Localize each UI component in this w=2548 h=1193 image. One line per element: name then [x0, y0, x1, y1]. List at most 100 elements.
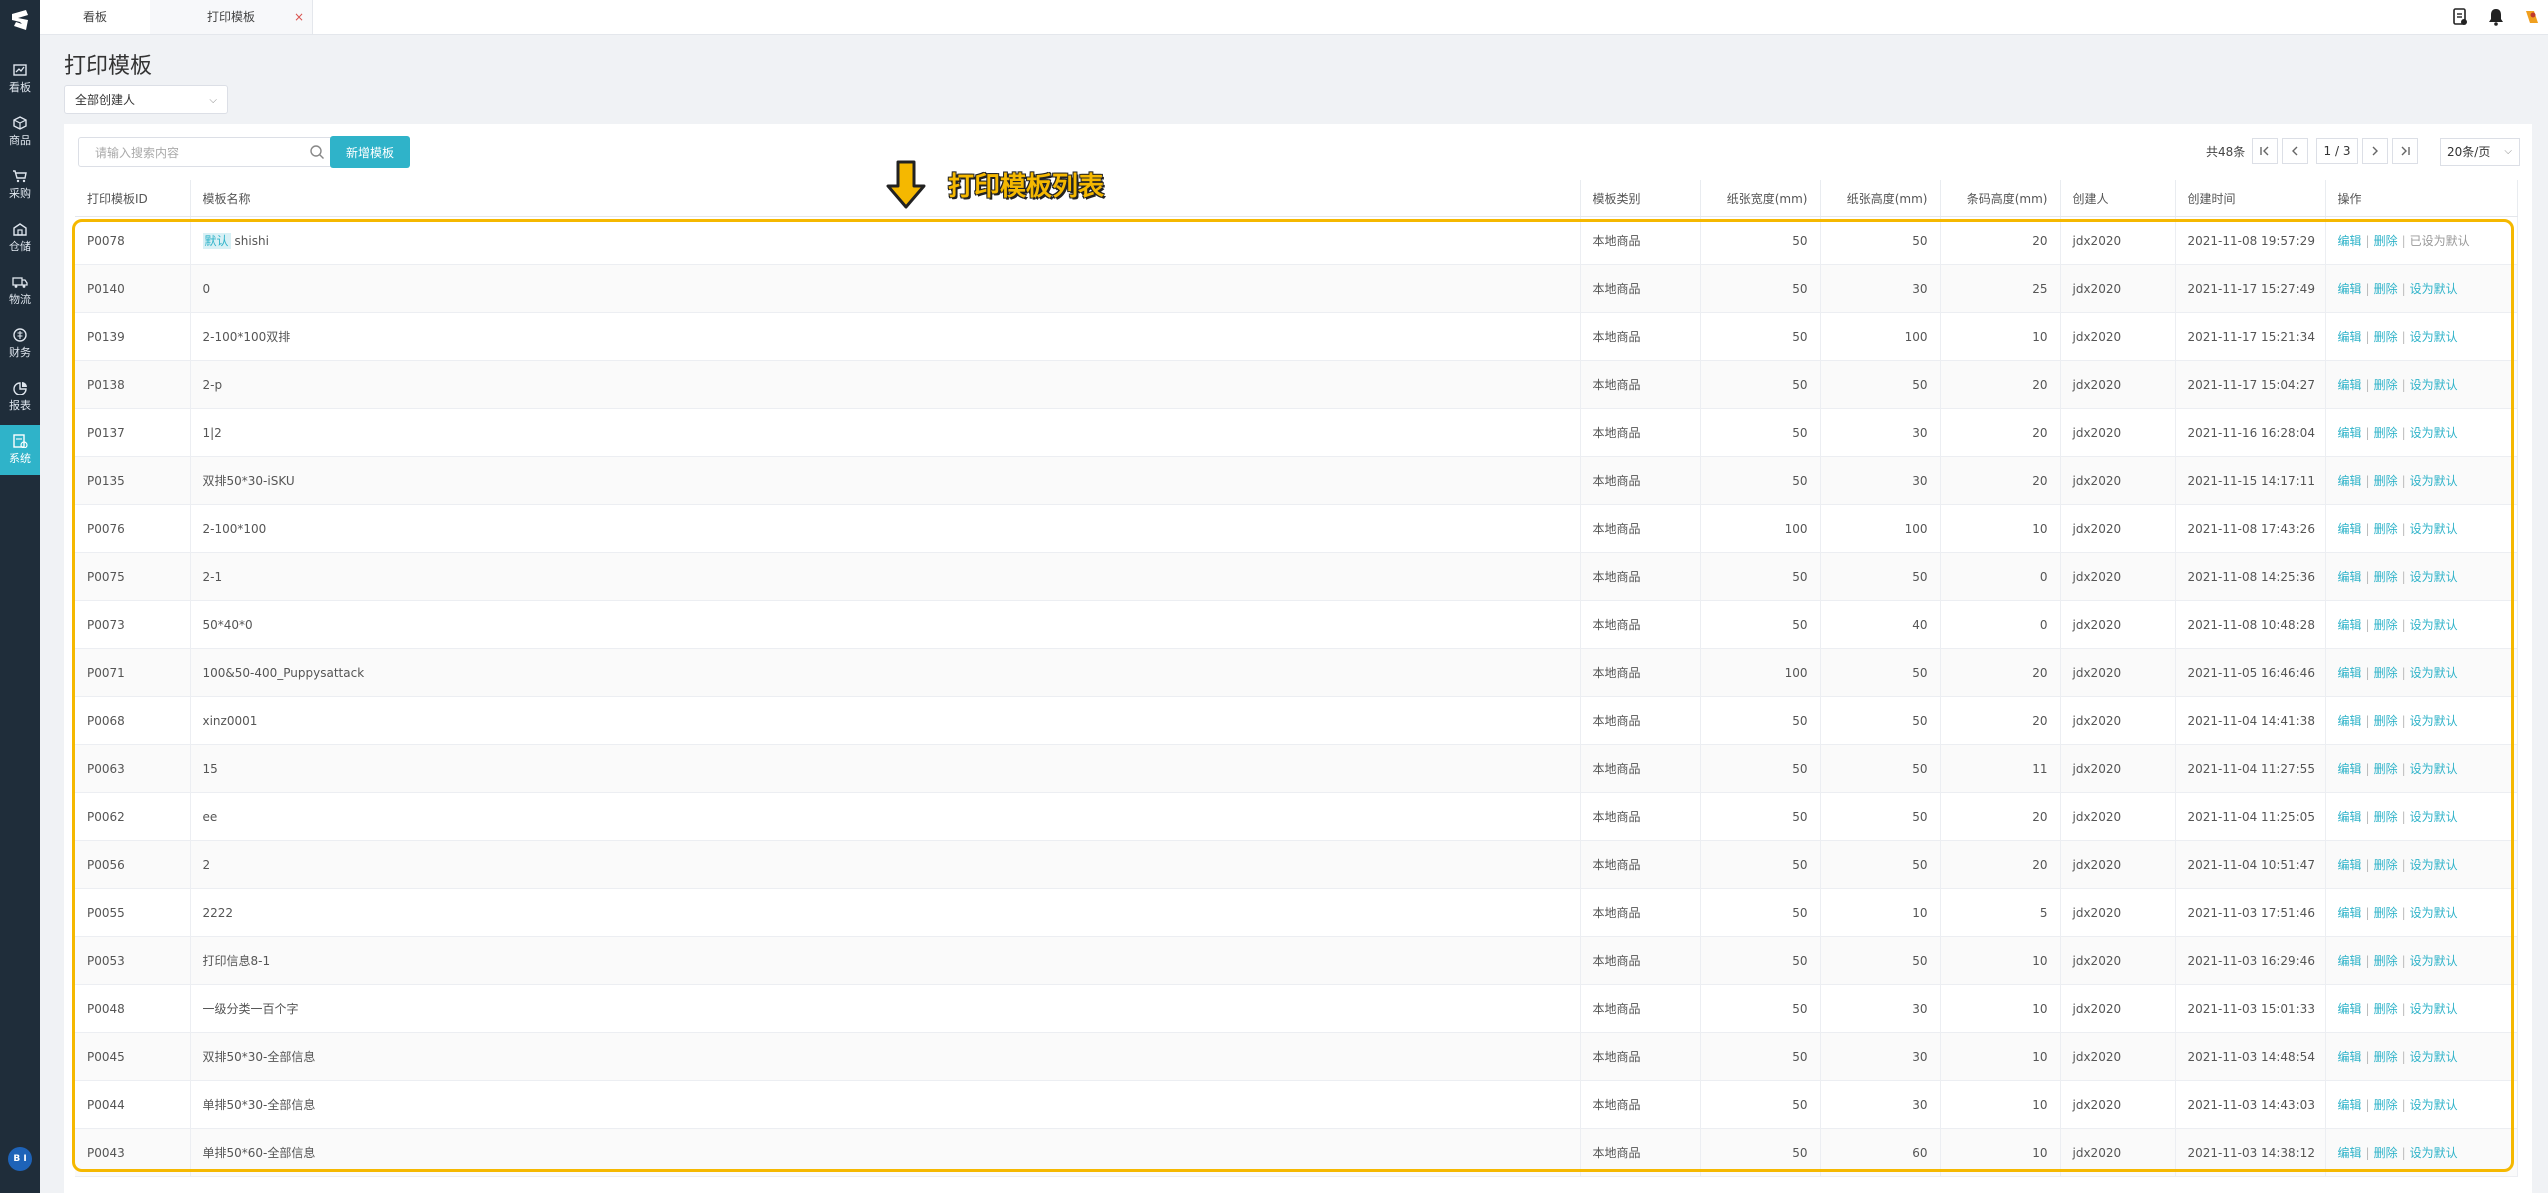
sidebar-item-cart[interactable]: 采购 — [0, 160, 40, 210]
set-default-link[interactable]: 设为默认 — [2410, 570, 2458, 584]
table-row[interactable]: P0075 2-1 本地商品 50 50 0 jdx2020 2021-11-08 14:25… — [75, 552, 2518, 601]
delete-link[interactable]: 删除 — [2374, 522, 2398, 536]
edit-link[interactable]: 编辑 — [2338, 1050, 2362, 1064]
table-row[interactable]: P0068 xinz0001 本地商品 50 50 20 jdx2020 2021-11-04… — [75, 696, 2518, 745]
edit-link[interactable]: 编辑 — [2338, 954, 2362, 968]
document-icon[interactable] — [2450, 7, 2470, 27]
edit-link[interactable]: 编辑 — [2338, 1146, 2362, 1160]
page-number-input[interactable]: 1 / 3 — [2316, 138, 2358, 164]
set-default-link[interactable]: 设为默认 — [2410, 618, 2458, 632]
tab-print-template[interactable]: 打印模板 × — [150, 0, 313, 34]
search-input[interactable] — [93, 138, 307, 168]
set-default-link[interactable]: 设为默认 — [2410, 1098, 2458, 1112]
edit-link[interactable]: 编辑 — [2338, 474, 2362, 488]
delete-link[interactable]: 删除 — [2374, 666, 2398, 680]
delete-link[interactable]: 删除 — [2374, 570, 2398, 584]
set-default-link[interactable]: 设为默认 — [2410, 906, 2458, 920]
app-logo-icon[interactable] — [6, 6, 34, 34]
delete-link[interactable]: 删除 — [2374, 906, 2398, 920]
table-row[interactable]: P0073 50*40*0 本地商品 50 40 0 jdx2020 2021-11-08 1… — [75, 600, 2518, 649]
edit-link[interactable]: 编辑 — [2338, 426, 2362, 440]
sidebar-item-cube[interactable]: 商品 — [0, 107, 40, 157]
set-default-link[interactable]: 设为默认 — [2410, 330, 2458, 344]
delete-link[interactable]: 删除 — [2374, 474, 2398, 488]
sidebar-item-finance[interactable]: 财务 — [0, 319, 40, 369]
edit-link[interactable]: 编辑 — [2338, 330, 2362, 344]
table-row[interactable]: P0044 单排50*30-全部信息 本地商品 50 30 10 jdx2020 2021-1… — [75, 1080, 2518, 1129]
table-row[interactable]: P0078 默认 shishi 本地商品 50 50 20 jdx2020 2021-11-08… — [75, 216, 2518, 265]
edit-link[interactable]: 编辑 — [2338, 378, 2362, 392]
edit-link[interactable]: 编辑 — [2338, 1098, 2362, 1112]
delete-link[interactable]: 删除 — [2374, 1146, 2398, 1160]
edit-link[interactable]: 编辑 — [2338, 810, 2362, 824]
page-size-select[interactable]: 20条/页 ⌵ — [2440, 138, 2520, 166]
last-page-button[interactable] — [2392, 138, 2418, 164]
table-row[interactable]: P0063 15 本地商品 50 50 11 jdx2020 2021-11-04 11:27… — [75, 744, 2518, 793]
edit-link[interactable]: 编辑 — [2338, 522, 2362, 536]
next-page-button[interactable] — [2362, 138, 2388, 164]
search-icon[interactable] — [309, 144, 325, 160]
table-row[interactable]: P0076 2-100*100 本地商品 100 100 10 jdx2020 2021-11… — [75, 504, 2518, 553]
delete-link[interactable]: 删除 — [2374, 714, 2398, 728]
delete-link[interactable]: 删除 — [2374, 234, 2398, 248]
set-default-link[interactable]: 设为默认 — [2410, 426, 2458, 440]
creator-filter-select[interactable]: 全部创建人 ⌵ — [64, 85, 228, 114]
delete-link[interactable]: 删除 — [2374, 1050, 2398, 1064]
sidebar-item-pie[interactable]: 报表 — [0, 372, 40, 422]
sidebar-item-system[interactable]: 系统 — [0, 425, 40, 475]
edit-link[interactable]: 编辑 — [2338, 714, 2362, 728]
set-default-link[interactable]: 设为默认 — [2410, 1050, 2458, 1064]
table-row[interactable]: P0045 双排50*30-全部信息 本地商品 50 30 10 jdx2020 2021-1… — [75, 1032, 2518, 1081]
set-default-link[interactable]: 设为默认 — [2410, 1002, 2458, 1016]
prev-page-button[interactable] — [2282, 138, 2308, 164]
edit-link[interactable]: 编辑 — [2338, 858, 2362, 872]
delete-link[interactable]: 删除 — [2374, 618, 2398, 632]
sidebar-item-warehouse[interactable]: 仓储 — [0, 213, 40, 263]
delete-link[interactable]: 删除 — [2374, 426, 2398, 440]
set-default-link[interactable]: 设为默认 — [2410, 282, 2458, 296]
delete-link[interactable]: 删除 — [2374, 954, 2398, 968]
bell-icon[interactable] — [2486, 7, 2506, 27]
close-icon[interactable]: × — [294, 0, 304, 34]
delete-link[interactable]: 删除 — [2374, 1002, 2398, 1016]
table-row[interactable]: P0055 2222 本地商品 50 10 5 jdx2020 2021-11-03 17:5… — [75, 888, 2518, 937]
user-badge-icon[interactable] — [2522, 7, 2542, 27]
table-row[interactable]: P0043 单排50*60-全部信息 本地商品 50 60 10 jdx2020 2021-1… — [75, 1128, 2518, 1177]
set-default-link[interactable]: 设为默认 — [2410, 714, 2458, 728]
table-row[interactable]: P0048 一级分类一百个字 本地商品 50 30 10 jdx2020 2021-11-03… — [75, 984, 2518, 1033]
edit-link[interactable]: 编辑 — [2338, 282, 2362, 296]
table-row[interactable]: P0140 0 本地商品 50 30 25 jdx2020 2021-11-17 15:27:… — [75, 264, 2518, 313]
table-row[interactable]: P0139 2-100*100双排 本地商品 50 100 10 jdx2020 2021-1… — [75, 312, 2518, 361]
table-row[interactable]: P0053 打印信息8-1 本地商品 50 50 10 jdx2020 2021-11-03 … — [75, 936, 2518, 985]
table-row[interactable]: P0056 2 本地商品 50 50 20 jdx2020 2021-11-04 10:51:… — [75, 840, 2518, 889]
first-page-button[interactable] — [2252, 138, 2278, 164]
table-row[interactable]: P0135 双排50*30-iSKU 本地商品 50 30 20 jdx2020 2021-1… — [75, 456, 2518, 505]
set-default-link[interactable]: 设为默认 — [2410, 762, 2458, 776]
delete-link[interactable]: 删除 — [2374, 762, 2398, 776]
edit-link[interactable]: 编辑 — [2338, 618, 2362, 632]
delete-link[interactable]: 删除 — [2374, 378, 2398, 392]
edit-link[interactable]: 编辑 — [2338, 666, 2362, 680]
delete-link[interactable]: 删除 — [2374, 858, 2398, 872]
sidebar-item-truck[interactable]: 物流 — [0, 266, 40, 316]
table-row[interactable]: P0071 100&50-400_Puppysattack 本地商品 100 50 20 j… — [75, 648, 2518, 697]
set-default-link[interactable]: 设为默认 — [2410, 474, 2458, 488]
table-row[interactable]: P0137 1|2 本地商品 50 30 20 jdx2020 2021-11-16 16:2… — [75, 408, 2518, 457]
set-default-link[interactable]: 设为默认 — [2410, 378, 2458, 392]
set-default-link[interactable]: 设为默认 — [2410, 954, 2458, 968]
delete-link[interactable]: 删除 — [2374, 810, 2398, 824]
tab-dashboard[interactable]: 看板 — [40, 0, 151, 34]
set-default-link[interactable]: 设为默认 — [2410, 858, 2458, 872]
set-default-link[interactable]: 设为默认 — [2410, 810, 2458, 824]
edit-link[interactable]: 编辑 — [2338, 906, 2362, 920]
delete-link[interactable]: 删除 — [2374, 282, 2398, 296]
table-row[interactable]: P0138 2-p 本地商品 50 50 20 jdx2020 2021-11-17 15:0… — [75, 360, 2518, 409]
set-default-link[interactable]: 设为默认 — [2410, 1146, 2458, 1160]
set-default-link[interactable]: 设为默认 — [2410, 666, 2458, 680]
set-default-link[interactable]: 设为默认 — [2410, 522, 2458, 536]
add-template-button[interactable]: 新增模板 — [330, 136, 410, 168]
delete-link[interactable]: 删除 — [2374, 1098, 2398, 1112]
edit-link[interactable]: 编辑 — [2338, 762, 2362, 776]
table-row[interactable]: P0062 ee 本地商品 50 50 20 jdx2020 2021-11-04 11:25… — [75, 792, 2518, 841]
sidebar-item-chart[interactable]: 看板 — [0, 54, 40, 104]
